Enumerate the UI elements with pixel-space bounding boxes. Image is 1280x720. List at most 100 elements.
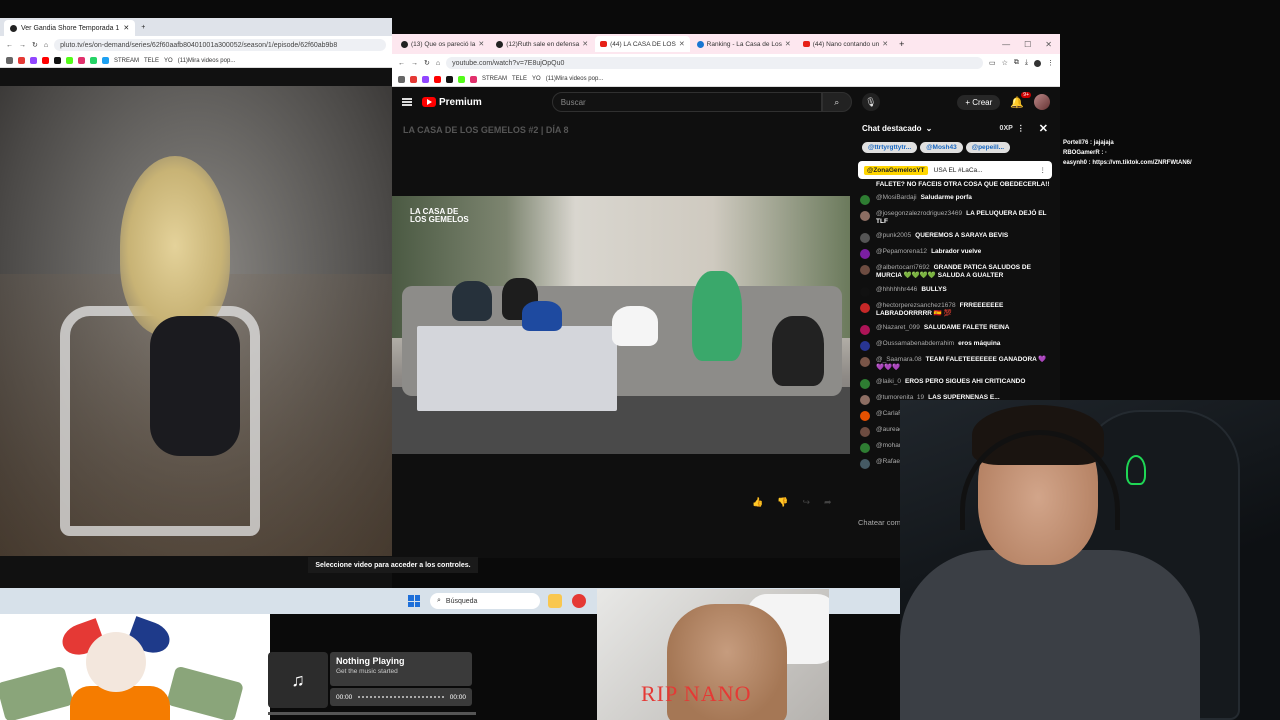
chat-author[interactable]: @albertocarri7692 <box>876 264 930 271</box>
avatar[interactable] <box>860 340 870 351</box>
chat-message[interactable]: @Pepamorena12 Labrador vuelve <box>860 248 1050 259</box>
browser-tab[interactable]: (13) Que os pareció la ✕ <box>396 36 489 52</box>
avatar[interactable] <box>860 356 870 367</box>
forward-icon[interactable]: → <box>19 42 26 49</box>
youtube-icon[interactable] <box>434 75 441 83</box>
avatar[interactable] <box>860 194 870 205</box>
pinned-user-chip[interactable]: @Mosh43 <box>920 141 963 153</box>
chat-author[interactable]: @Oussamabenabderrahim <box>876 340 954 347</box>
close-icon[interactable]: ✕ <box>679 40 685 48</box>
search-input[interactable]: Buscar <box>551 92 822 112</box>
chat-author[interactable]: @_Saamara.08 <box>876 356 922 363</box>
forward-icon[interactable]: ➦ <box>824 497 832 508</box>
tiktok-icon[interactable] <box>54 57 61 64</box>
home-icon[interactable]: ⌂ <box>436 60 440 67</box>
pinned-user-chip[interactable]: @pepeill... <box>965 141 1011 153</box>
apps-icon[interactable] <box>398 75 405 83</box>
video-player[interactable]: LA CASA DE LOS GEMELOS <box>392 196 850 454</box>
chat-author[interactable]: @Nazaret_099 <box>876 324 920 331</box>
share-icon[interactable]: ↪ <box>802 497 810 508</box>
close-window-icon[interactable]: ✕ <box>1045 40 1052 49</box>
left-tab[interactable]: Ver Gandia Shore Temporada 1 ✕ <box>4 20 136 36</box>
chat-author[interactable]: @MosiBardaji <box>876 194 917 201</box>
dislike-icon[interactable]: 👎 <box>777 497 788 508</box>
chat-message[interactable]: @punk2005 QUEREMOS A SARAYA BEVIS <box>860 232 1050 243</box>
yt-url-field[interactable]: youtube.com/watch?v=7E8ujOpQu0 <box>446 57 983 69</box>
bookmark-folder-stream[interactable]: STREAM <box>482 76 507 82</box>
close-icon[interactable]: ✕ <box>882 40 888 48</box>
back-icon[interactable]: ← <box>398 60 405 67</box>
chat-author[interactable]: @punk2005 <box>876 232 911 239</box>
avatar[interactable] <box>860 302 870 313</box>
chat-author[interactable]: @hectorperezsanchez1678 <box>876 302 956 309</box>
new-tab-icon[interactable]: + <box>141 24 145 31</box>
avatar[interactable] <box>860 458 870 469</box>
forward-icon[interactable]: → <box>411 60 418 67</box>
avatar[interactable] <box>860 248 870 259</box>
twitter-icon[interactable] <box>102 57 109 64</box>
more-icon[interactable]: ⋮ <box>1017 124 1025 133</box>
youtube-icon[interactable] <box>42 57 49 64</box>
whatsapp-icon[interactable] <box>90 57 97 64</box>
reload-icon[interactable]: ↻ <box>424 59 430 67</box>
chat-author[interactable]: @laiki_0 <box>876 378 901 385</box>
bookmark-tiktok[interactable]: (11)Mira videos pop... <box>178 58 236 64</box>
cast-icon[interactable]: ▭ <box>989 59 996 67</box>
chat-author[interactable]: @Pepamorena12 <box>876 248 927 255</box>
instagram-icon[interactable] <box>78 57 85 64</box>
reload-icon[interactable]: ↻ <box>32 41 38 49</box>
chat-message[interactable]: @hhhhhhr446 BULLYS <box>860 286 1050 297</box>
chat-message[interactable]: @albertocarri7692 GRANDE PATICA SALUDOS D… <box>860 264 1050 281</box>
maximize-icon[interactable]: ☐ <box>1024 40 1031 49</box>
browser-tab[interactable]: Ranking - La Casa de Los ✕ <box>692 36 796 52</box>
bookmark-icon[interactable] <box>410 75 417 83</box>
avatar[interactable] <box>860 378 870 389</box>
avatar[interactable] <box>860 410 870 421</box>
create-button[interactable]: + Crear <box>957 94 1001 110</box>
tiktok-icon[interactable] <box>446 75 453 83</box>
close-icon[interactable]: ✕ <box>1039 122 1048 135</box>
bookmark-folder-yo[interactable]: YO <box>164 58 173 64</box>
close-icon[interactable]: ✕ <box>785 40 791 48</box>
progress-bar[interactable] <box>358 696 444 698</box>
chrome-icon[interactable] <box>572 594 586 608</box>
kick-icon[interactable] <box>66 57 73 64</box>
minimize-icon[interactable]: — <box>1002 40 1010 49</box>
twitch-icon[interactable] <box>422 75 429 83</box>
bookmark-folder-yo[interactable]: YO <box>532 76 541 82</box>
twitch-icon[interactable] <box>30 57 37 64</box>
avatar[interactable] <box>860 442 870 453</box>
download-icon[interactable]: ⤓ <box>1025 59 1028 67</box>
avatar[interactable] <box>1034 94 1050 110</box>
pinned-user-chip[interactable]: @ttrtyrgttytr... <box>862 141 918 153</box>
menu-icon[interactable] <box>402 98 412 106</box>
new-tab-icon[interactable]: + <box>899 39 904 49</box>
profile-icon[interactable] <box>1034 59 1041 67</box>
search-button[interactable]: ⌕ <box>821 92 852 112</box>
left-video-player[interactable] <box>0 86 392 556</box>
chevron-down-icon[interactable]: ⌄ <box>926 124 933 133</box>
chat-author[interactable]: @hhhhhhr446 <box>876 286 917 293</box>
close-icon[interactable]: ✕ <box>123 24 129 32</box>
close-icon[interactable]: ✕ <box>478 40 484 48</box>
browser-tab-active[interactable]: (44) LA CASA DE LOS ✕ <box>595 36 690 52</box>
bookmark-folder-tele[interactable]: TELE <box>512 76 527 82</box>
avatar[interactable] <box>860 324 870 335</box>
chat-message[interactable]: @laiki_0 EROS PERO SIGUES AHI CRITICANDO <box>860 378 1050 389</box>
bookmark-folder-tele[interactable]: TELE <box>144 58 159 64</box>
mic-icon[interactable]: 🎙 <box>861 93 880 111</box>
more-icon[interactable]: ⋮ <box>1040 166 1047 174</box>
chat-message[interactable]: @hectorperezsanchez1678 FRREEEEEEE LABRAD… <box>860 302 1050 319</box>
like-icon[interactable]: 👍 <box>752 497 763 508</box>
bookmark-tiktok[interactable]: (11)Mira videos pop... <box>546 76 604 82</box>
browser-tab[interactable]: (44) Nano contando un ✕ <box>798 36 893 52</box>
avatar[interactable] <box>860 210 870 221</box>
pinned-message[interactable]: @ZonaGemelosYT USA EL #LaCa... ⋮ <box>858 161 1052 179</box>
chat-message[interactable]: @Nazaret_099 SALUDAME FALETE REINA <box>860 324 1050 335</box>
chat-message[interactable]: @josegonzalezrodriguez3469 LA PELUQUERA D… <box>860 210 1050 227</box>
chat-message[interactable]: @_Saamara.08 TEAM FALETEEEEEEE GANADORA 💜… <box>860 356 1050 373</box>
close-icon[interactable]: ✕ <box>582 40 588 48</box>
menu-icon[interactable]: ⋮ <box>1047 59 1054 67</box>
chat-message[interactable]: @Oussamabenabderrahim eros máquina <box>860 340 1050 351</box>
avatar[interactable] <box>860 286 870 297</box>
